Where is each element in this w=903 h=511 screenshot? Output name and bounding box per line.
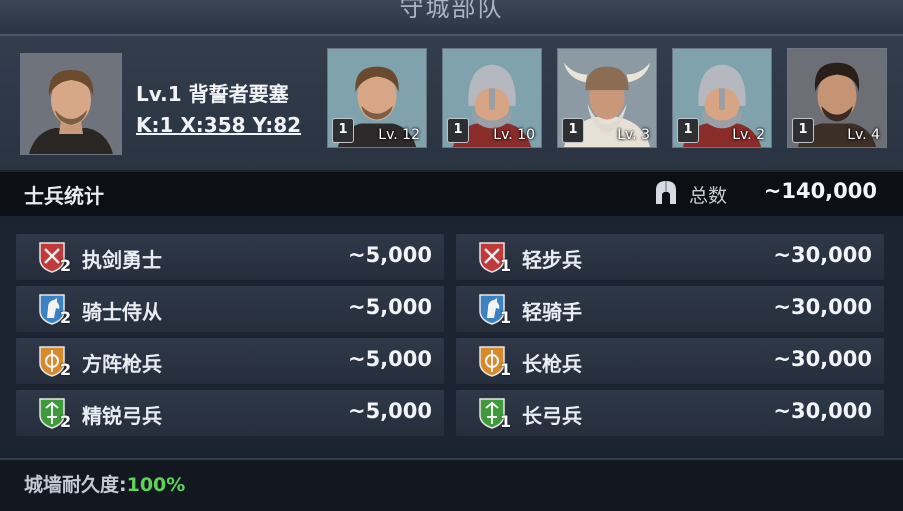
wall-durability-bar: 城墙耐久度:100%	[0, 458, 903, 511]
troop-name: 轻步兵	[522, 248, 582, 272]
troop-count: ~5,000	[347, 399, 432, 423]
troop-row: 2 精锐弓兵 ~5,000	[16, 390, 444, 436]
troop-count: ~5,000	[347, 243, 432, 267]
troop-count: ~30,000	[773, 295, 872, 319]
troop-count: ~30,000	[773, 399, 872, 423]
troop-row: 2 骑士侍从 ~5,000	[16, 286, 444, 332]
wall-durability-value: 100%	[126, 474, 186, 496]
total-label: 总数	[689, 185, 728, 207]
hero-slot-3[interactable]: 1 Lv. 3	[557, 48, 657, 148]
troop-name: 长弓兵	[522, 404, 582, 428]
wall-durability: 城墙耐久度:100%	[24, 470, 185, 497]
hero-level: Lv. 12	[378, 127, 420, 143]
page-title: 守城部队	[399, 0, 504, 22]
troop-name: 骑士侍从	[82, 300, 162, 324]
troop-row: 1 长枪兵 ~30,000	[456, 338, 884, 384]
troop-row: 2 方阵枪兵 ~5,000	[16, 338, 444, 384]
troop-name: 轻骑手	[522, 300, 582, 324]
troop-name: 精锐弓兵	[82, 404, 162, 428]
spartan-helmet-icon	[656, 181, 676, 204]
total-value: ~140,000	[763, 179, 877, 203]
troop-stats-header: 士兵统计 总数 ~140,000	[0, 172, 903, 216]
hero-level: Lv. 2	[732, 127, 765, 143]
troop-tier: 2	[60, 360, 72, 379]
hero-slot-4[interactable]: 1 Lv. 2	[672, 48, 772, 148]
troop-count: ~30,000	[773, 347, 872, 371]
hero-tier-badge: 1	[562, 118, 584, 143]
troop-name: 长枪兵	[522, 352, 582, 376]
troop-tier: 1	[500, 308, 512, 327]
commander-avatar[interactable]	[20, 53, 122, 155]
troop-grid: 2 执剑勇士 ~5,000 1 轻步兵 ~30,000 2 骑士侍从 ~5,00…	[0, 224, 903, 448]
troop-row: 1 长弓兵 ~30,000	[456, 390, 884, 436]
hero-slot-5[interactable]: 1 Lv. 4	[787, 48, 887, 148]
title-bar: 守城部队	[0, 0, 903, 34]
commander-name: Lv.1 背誓者要塞	[136, 82, 289, 106]
wall-durability-label: 城墙耐久度:	[24, 474, 127, 496]
troop-name: 方阵枪兵	[82, 352, 162, 376]
troop-tier: 1	[500, 256, 512, 275]
troop-row: 2 执剑勇士 ~5,000	[16, 234, 444, 280]
troop-tier: 1	[500, 360, 512, 379]
hero-slot-1[interactable]: 1 Lv. 12	[327, 48, 427, 148]
troop-row: 1 轻步兵 ~30,000	[456, 234, 884, 280]
commander-coordinates-link[interactable]: K:1 X:358 Y:82	[136, 113, 301, 137]
troop-count: ~5,000	[347, 347, 432, 371]
troop-count: ~30,000	[773, 243, 872, 267]
hero-tier-badge: 1	[677, 118, 699, 143]
commander-portrait-icon	[21, 54, 121, 154]
troop-tier: 2	[60, 308, 72, 327]
hero-slot-2[interactable]: 1 Lv. 10	[442, 48, 542, 148]
hero-tier-badge: 1	[792, 118, 814, 143]
hero-tier-badge: 1	[447, 118, 469, 143]
stats-title: 士兵统计	[24, 184, 104, 208]
hero-tier-badge: 1	[332, 118, 354, 143]
hero-level: Lv. 3	[617, 127, 650, 143]
hero-level: Lv. 4	[847, 127, 880, 143]
troop-count: ~5,000	[347, 295, 432, 319]
troop-tier: 1	[500, 412, 512, 431]
troop-row: 1 轻骑手 ~30,000	[456, 286, 884, 332]
troop-tier: 2	[60, 412, 72, 431]
hero-level: Lv. 10	[493, 127, 535, 143]
troop-name: 执剑勇士	[82, 248, 162, 272]
troop-tier: 2	[60, 256, 72, 275]
hero-panel: Lv.1 背誓者要塞 K:1 X:358 Y:82 1 Lv. 12 1 Lv.…	[0, 34, 903, 170]
